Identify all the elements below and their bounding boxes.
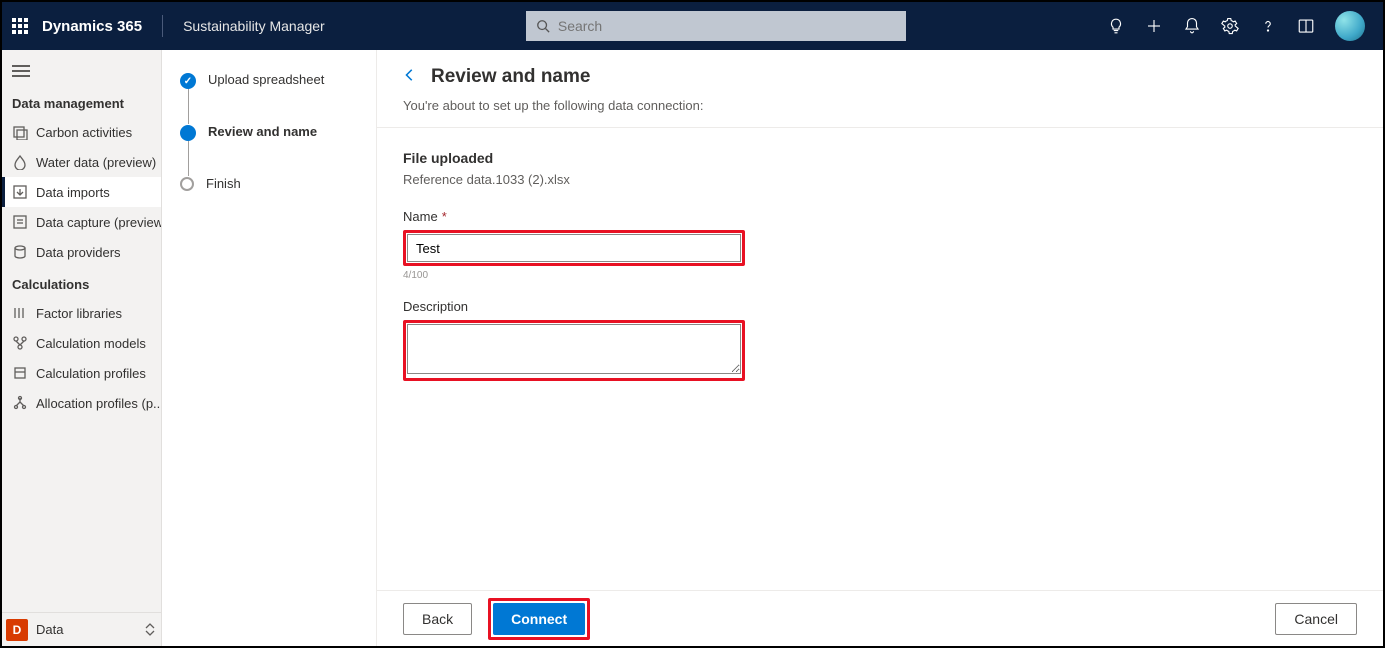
- search-input[interactable]: [558, 18, 896, 34]
- plus-icon[interactable]: [1145, 17, 1163, 35]
- file-uploaded-title: File uploaded: [403, 150, 1357, 166]
- description-label: Description: [403, 299, 1357, 314]
- form-area: File uploaded Reference data.1033 (2).xl…: [377, 128, 1383, 590]
- allocation-icon: [12, 395, 28, 411]
- footer-label: Data: [28, 622, 143, 637]
- name-label: Name *: [403, 209, 1357, 224]
- brand-label: Dynamics 365: [42, 18, 142, 35]
- name-counter: 4/100: [403, 270, 1357, 281]
- nav-factor-libraries[interactable]: Factor libraries: [2, 298, 161, 328]
- nav-label: Calculation profiles: [36, 366, 146, 381]
- avatar[interactable]: [1335, 11, 1365, 41]
- nav-label: Carbon activities: [36, 125, 132, 140]
- connect-button[interactable]: Connect: [493, 603, 585, 635]
- top-bar: Dynamics 365 Sustainability Manager: [2, 2, 1383, 50]
- imports-icon: [12, 184, 28, 200]
- app-name-label: Sustainability Manager: [183, 18, 325, 34]
- cancel-button[interactable]: Cancel: [1275, 603, 1357, 635]
- hamburger-icon[interactable]: [2, 56, 161, 86]
- back-button[interactable]: Back: [403, 603, 472, 635]
- nav-carbon-activities[interactable]: Carbon activities: [2, 117, 161, 147]
- nav-label: Water data (preview): [36, 155, 156, 170]
- nav-label: Calculation models: [36, 336, 146, 351]
- sidenav-footer[interactable]: D Data: [2, 612, 161, 646]
- side-nav: Data management Carbon activities Water …: [2, 50, 162, 646]
- step-column: Upload spreadsheet Review and name Finis…: [162, 50, 377, 646]
- nav-data-imports[interactable]: Data imports: [2, 177, 161, 207]
- panel-icon[interactable]: [1297, 17, 1315, 35]
- highlight-connect-button: Connect: [488, 598, 590, 640]
- step-review[interactable]: Review and name: [180, 124, 358, 176]
- nav-label: Factor libraries: [36, 306, 122, 321]
- bell-icon[interactable]: [1183, 17, 1201, 35]
- footer-bar: Back Connect Cancel: [377, 590, 1383, 646]
- nav-data-providers[interactable]: Data providers: [2, 237, 161, 267]
- lightbulb-icon[interactable]: [1107, 17, 1125, 35]
- carbon-icon: [12, 124, 28, 140]
- nav-label: Data providers: [36, 245, 121, 260]
- back-chevron-icon[interactable]: [403, 68, 417, 87]
- step-label: Review and name: [208, 124, 317, 139]
- name-input[interactable]: [407, 234, 741, 262]
- step-dot-pending-icon: [180, 177, 194, 191]
- nav-calc-models[interactable]: Calculation models: [2, 328, 161, 358]
- nav-label: Allocation profiles (p...: [36, 396, 161, 411]
- nav-label: Data imports: [36, 185, 110, 200]
- main-header: Review and name You're about to set up t…: [377, 50, 1383, 128]
- nav-calc-profiles[interactable]: Calculation profiles: [2, 358, 161, 388]
- nav-label: Data capture (preview): [36, 215, 161, 230]
- uploaded-file-name: Reference data.1033 (2).xlsx: [403, 172, 1357, 187]
- search-icon: [536, 19, 550, 33]
- required-star: *: [442, 209, 447, 224]
- providers-icon: [12, 244, 28, 260]
- step-dot-completed-icon: [180, 73, 196, 89]
- description-input[interactable]: [407, 324, 741, 374]
- gear-icon[interactable]: [1221, 17, 1239, 35]
- footer-badge: D: [6, 619, 28, 641]
- step-label: Upload spreadsheet: [208, 72, 324, 87]
- nav-allocation-profiles[interactable]: Allocation profiles (p...: [2, 388, 161, 418]
- step-dot-current-icon: [180, 125, 196, 141]
- divider: [162, 15, 163, 37]
- app-launcher-icon[interactable]: [10, 16, 30, 36]
- page-subtitle: You're about to set up the following dat…: [403, 98, 1357, 113]
- main-panel: Review and name You're about to set up t…: [377, 50, 1383, 646]
- nav-data-capture[interactable]: Data capture (preview): [2, 207, 161, 237]
- chevron-updown-icon[interactable]: [143, 623, 157, 636]
- step-upload[interactable]: Upload spreadsheet: [180, 72, 358, 124]
- water-icon: [12, 154, 28, 170]
- highlight-name-input: [403, 230, 745, 266]
- nav-section-data-mgmt: Data management: [2, 86, 161, 117]
- models-icon: [12, 335, 28, 351]
- highlight-description-input: [403, 320, 745, 381]
- search-box[interactable]: [526, 11, 906, 41]
- profiles-icon: [12, 365, 28, 381]
- step-finish[interactable]: Finish: [180, 176, 358, 228]
- step-label: Finish: [206, 176, 241, 191]
- nav-water-data[interactable]: Water data (preview): [2, 147, 161, 177]
- capture-icon: [12, 214, 28, 230]
- page-title: Review and name: [431, 66, 590, 88]
- help-icon[interactable]: [1259, 17, 1277, 35]
- nav-section-calculations: Calculations: [2, 267, 161, 298]
- library-icon: [12, 305, 28, 321]
